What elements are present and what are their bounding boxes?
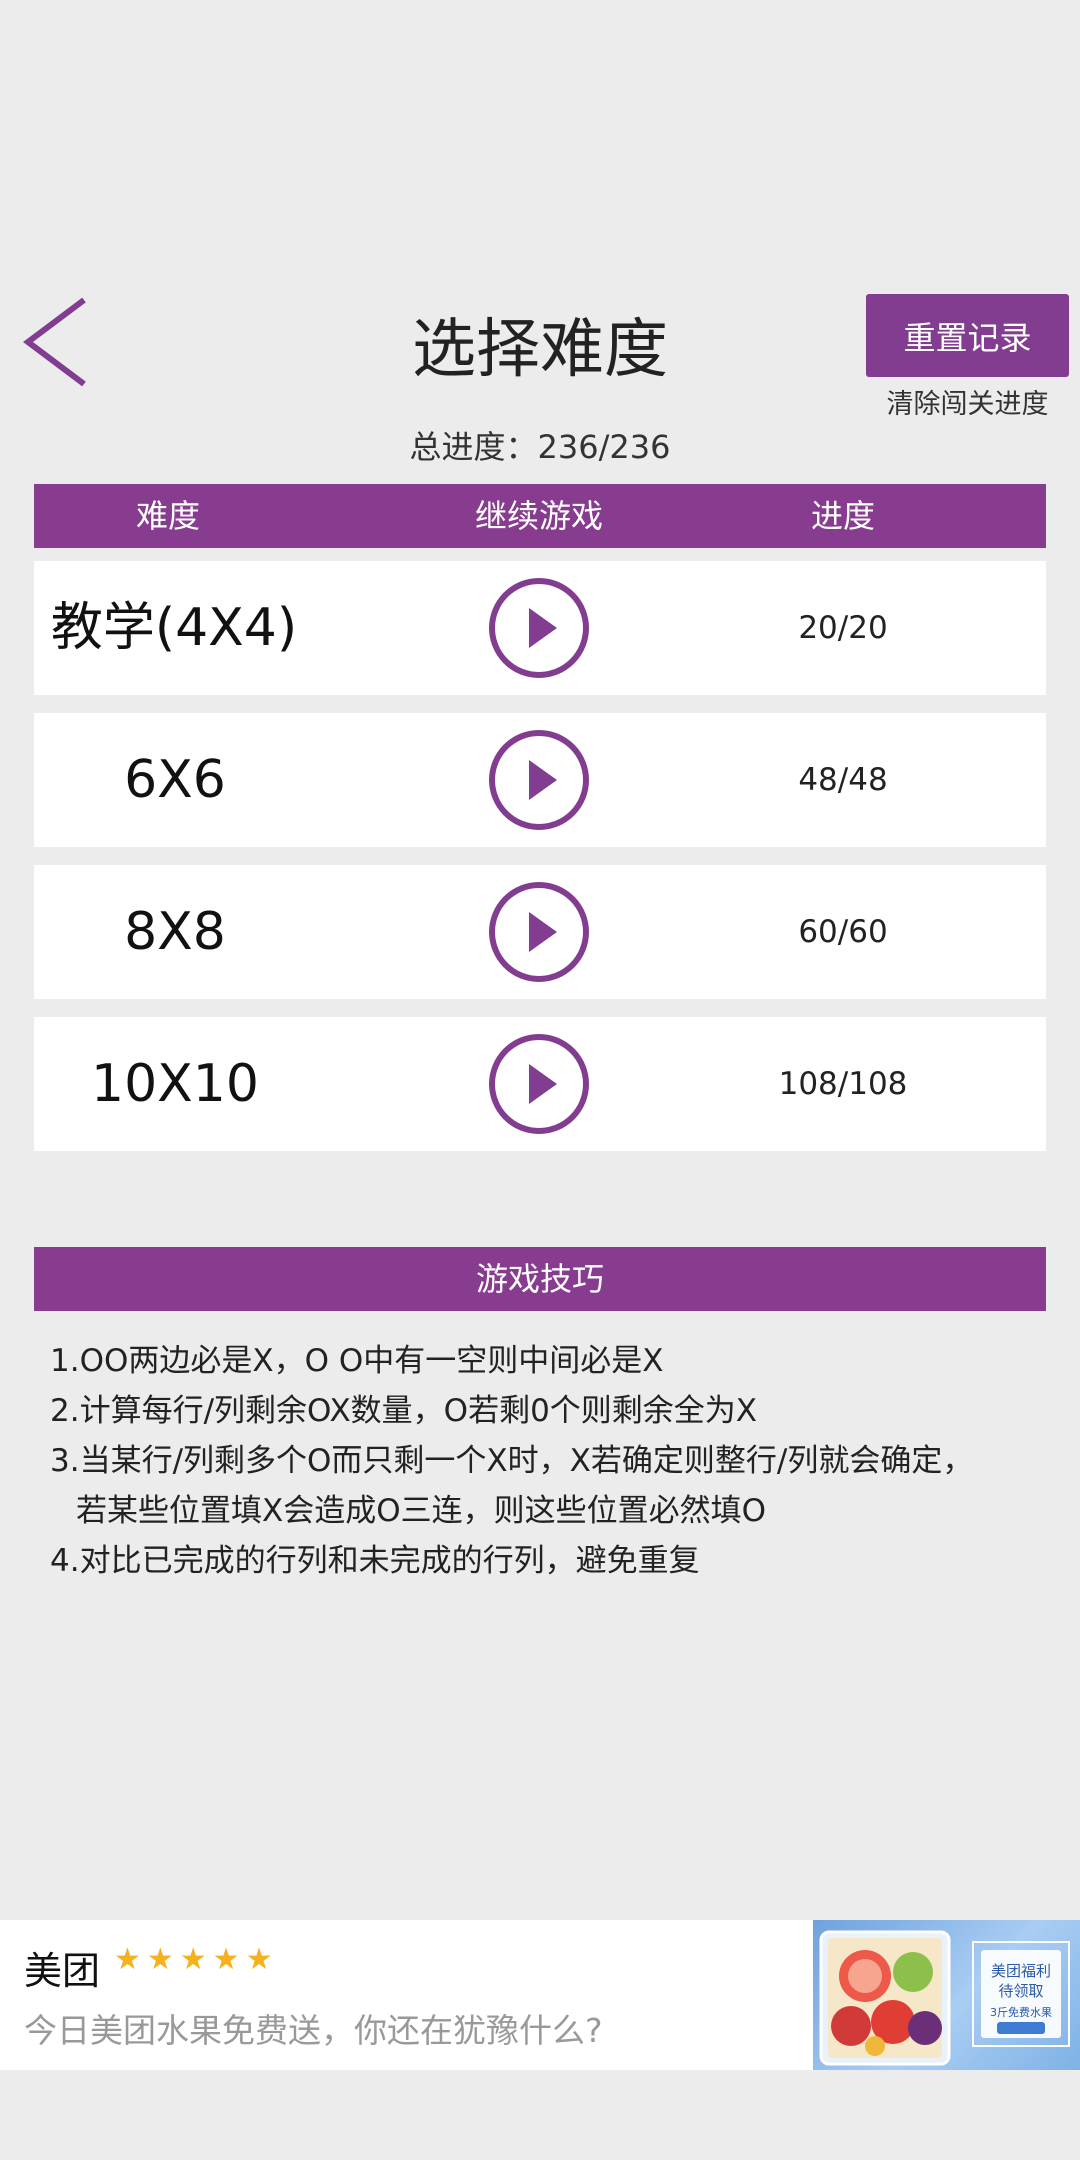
difficulty-row-6x6[interactable]: 6X6 48/48 <box>34 713 1046 847</box>
ad-image[interactable]: 美团福利 待领取 3斤免费水果 广告 <box>813 1920 1080 2070</box>
difficulty-name: 8X8 <box>124 902 226 962</box>
difficulty-progress: 60/60 <box>798 914 888 950</box>
difficulty-table-header: 难度 继续游戏 进度 <box>34 484 1046 548</box>
column-continue: 继续游戏 <box>474 497 604 535</box>
play-icon <box>529 912 557 952</box>
column-difficulty: 难度 <box>135 497 201 535</box>
difficulty-name: 教学(4X4) <box>50 598 298 658</box>
play-icon <box>529 608 557 648</box>
ad-image-caption-3: 3斤免费水果 <box>990 2005 1052 2019</box>
ad-image-caption-2: 待领取 <box>998 1982 1043 2000</box>
play-button[interactable] <box>489 578 589 678</box>
tip-line: 2.计算每行/列剩余OX数量，O若剩0个则剩余全为X <box>50 1393 758 1429</box>
total-progress: 总进度：236/236 <box>409 428 671 466</box>
difficulty-progress: 108/108 <box>778 1066 908 1102</box>
tips-header: 游戏技巧 <box>34 1247 1046 1311</box>
fruit-image-icon: 美团福利 待领取 3斤免费水果 <box>819 1930 1070 2066</box>
play-button[interactable] <box>489 730 589 830</box>
difficulty-row-4x4[interactable]: 教学(4X4) 20/20 <box>34 561 1046 695</box>
ad-text: 今日美团水果免费送，你还在犹豫什么? <box>24 2011 603 2050</box>
reset-record-button[interactable]: 重置记录 <box>866 294 1069 377</box>
ad-brand: 美团 <box>24 1949 101 1993</box>
play-button[interactable] <box>489 1034 589 1134</box>
play-icon <box>529 1064 557 1104</box>
tip-line: 4.对比已完成的行列和未完成的行列，避免重复 <box>50 1543 700 1579</box>
ad-image-caption-1: 美团福利 <box>991 1962 1051 1980</box>
tips-list: 1.OO两边必是X，O O中有一空则中间必是X 2.计算每行/列剩余OX数量，O… <box>50 1336 1060 1586</box>
reset-description: 清除闯关进度 <box>886 389 1049 420</box>
difficulty-name: 6X6 <box>124 750 226 810</box>
column-progress: 进度 <box>810 497 876 535</box>
tip-line: 3.当某行/列剩多个O而只剩一个X时，X若确定则整行/列就会确定， <box>50 1443 974 1479</box>
tip-line: 1.OO两边必是X，O O中有一空则中间必是X <box>50 1343 664 1379</box>
ad-banner[interactable]: 美团 ★★★★★ 今日美团水果免费送，你还在犹豫什么? 美团福利 待领取 3斤免… <box>0 1920 1080 2070</box>
difficulty-row-10x10[interactable]: 10X10 108/108 <box>34 1017 1046 1151</box>
star-icon: ★★★★★ <box>114 1942 279 1977</box>
difficulty-row-8x8[interactable]: 8X8 60/60 <box>34 865 1046 999</box>
tip-line: 若某些位置填X会造成O三连，则这些位置必然填O <box>76 1493 767 1529</box>
play-button[interactable] <box>489 882 589 982</box>
difficulty-name: 10X10 <box>91 1054 259 1114</box>
play-icon <box>529 760 557 800</box>
difficulty-progress: 48/48 <box>798 762 888 798</box>
difficulty-progress: 20/20 <box>798 610 888 646</box>
